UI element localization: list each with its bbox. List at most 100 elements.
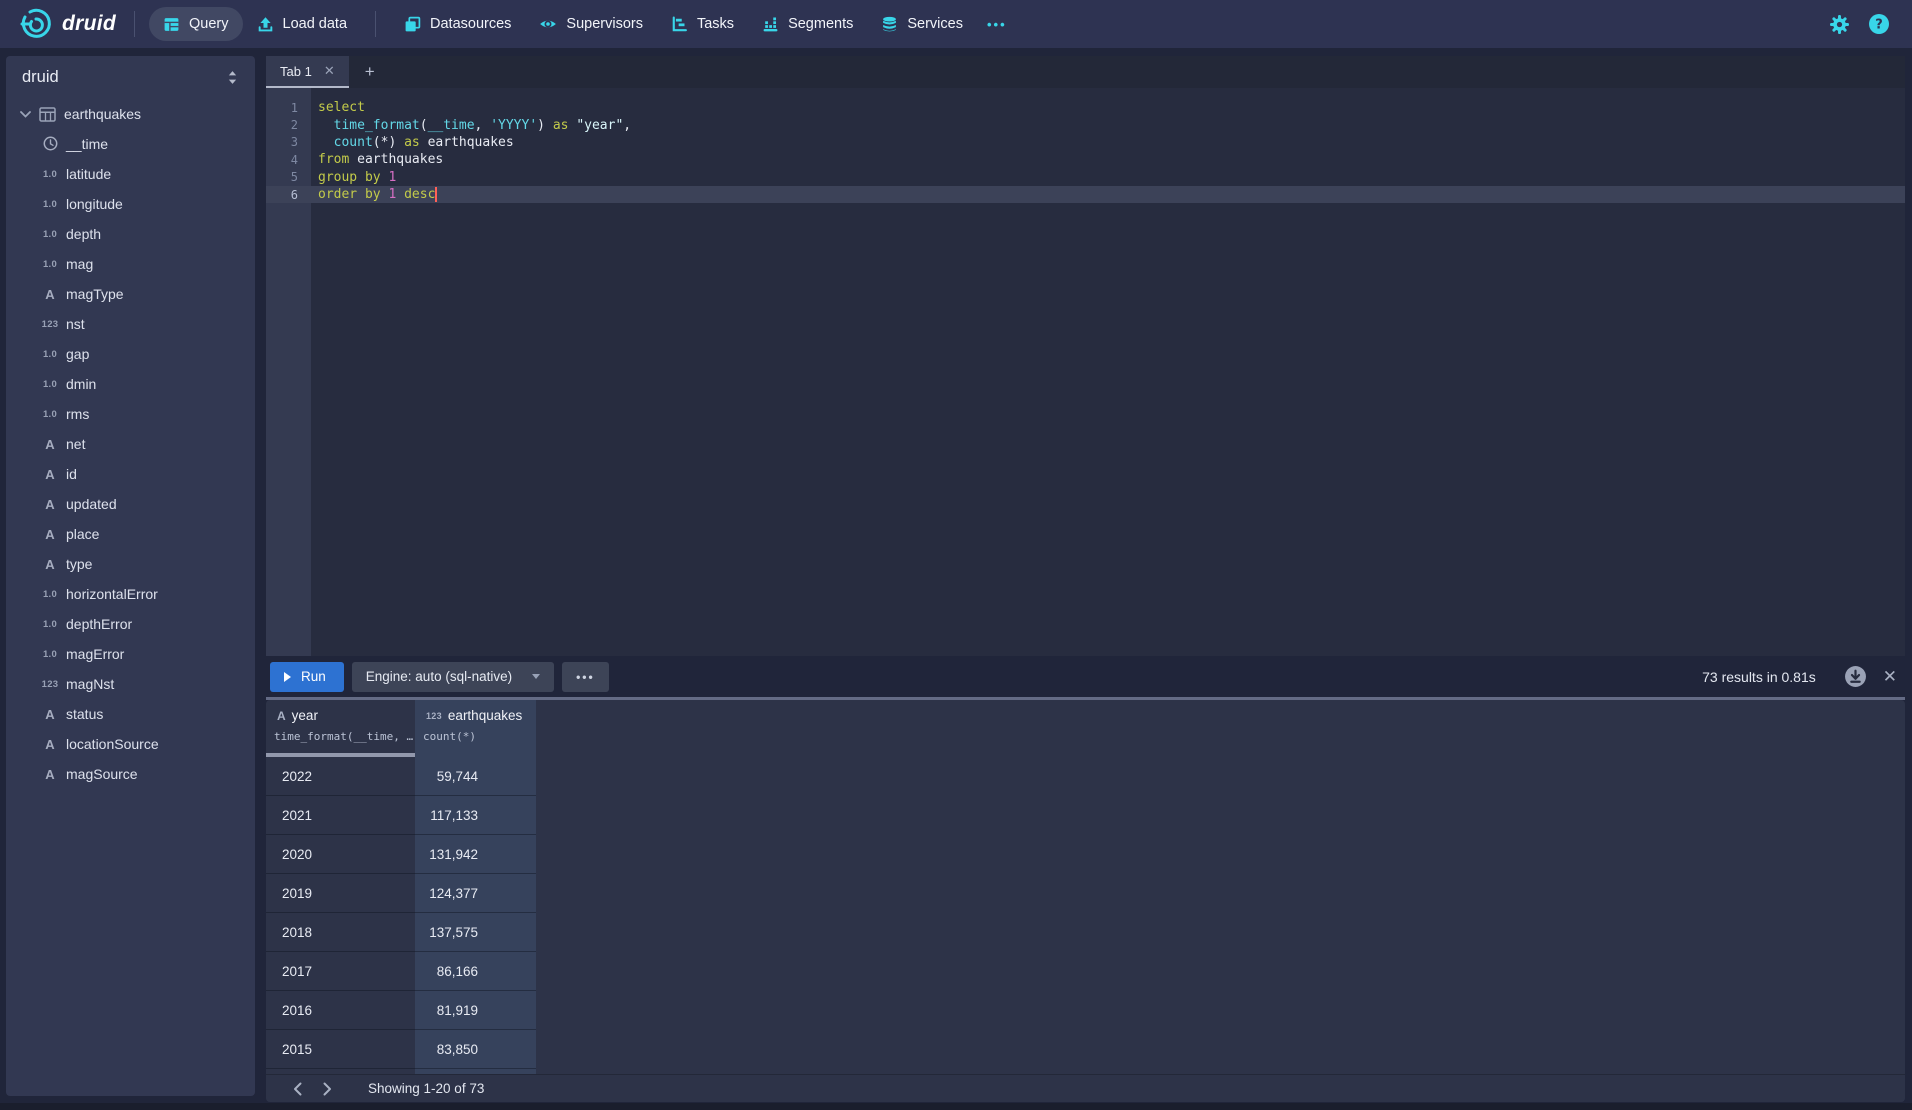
nav-item-services[interactable]: Services xyxy=(867,7,977,41)
column-type-icon: A xyxy=(38,557,62,572)
schema-column[interactable]: 1.0 rms xyxy=(6,399,255,429)
schema-column[interactable]: 1.0 dmin xyxy=(6,369,255,399)
schema-column[interactable]: 123 nst xyxy=(6,309,255,339)
schema-column[interactable]: A id xyxy=(6,459,255,489)
help-icon[interactable]: ? xyxy=(1868,13,1890,35)
tab-1[interactable]: Tab 1 ✕ xyxy=(266,56,349,88)
line-number: 2 xyxy=(266,118,311,132)
druid-logo[interactable]: druid xyxy=(14,7,120,41)
column-name: type xyxy=(66,556,92,572)
cell-earthquakes[interactable]: 137,575 xyxy=(415,913,536,952)
schema-column-list: 1.0 latitude 1.0 longitude 1.0 depth xyxy=(6,159,255,789)
runbar-right: 73 results in 0.81s ✕ xyxy=(1702,665,1905,688)
schema-sidebar: druid earthquakes xyxy=(6,56,255,1096)
editor-line[interactable]: 5 group by 1 xyxy=(266,169,1905,186)
query-more-button[interactable]: ••• xyxy=(562,662,609,692)
column-header-earthquakes[interactable]: 123 earthquakes count(*) xyxy=(415,700,536,757)
schema-column[interactable]: A net xyxy=(6,429,255,459)
cell-year[interactable]: 2019 xyxy=(266,874,415,913)
editor-line[interactable]: 1 select xyxy=(266,99,1905,116)
cell-earthquakes[interactable]: 86,166 xyxy=(415,952,536,991)
schema-column[interactable]: A magSource xyxy=(6,759,255,789)
nav-item-label: Supervisors xyxy=(566,16,643,32)
editor-line[interactable]: 2 time_format(__time, 'YYYY') as "year", xyxy=(266,116,1905,133)
engine-select-button[interactable]: Engine: auto (sql-native) xyxy=(352,662,554,692)
cell-year[interactable]: 2017 xyxy=(266,952,415,991)
schema-column[interactable]: A locationSource xyxy=(6,729,255,759)
schema-column-time[interactable]: __time xyxy=(6,129,255,159)
cell-year[interactable]: 2016 xyxy=(266,991,415,1030)
code-token: , xyxy=(623,118,631,133)
engine-label: Engine: auto (sql-native) xyxy=(366,669,512,684)
line-number: 5 xyxy=(266,170,311,184)
schema-column[interactable]: 1.0 depth xyxy=(6,219,255,249)
schema-column[interactable]: 1.0 longitude xyxy=(6,189,255,219)
editor-line[interactable]: 4 from earthquakes xyxy=(266,151,1905,168)
close-results-icon[interactable]: ✕ xyxy=(1883,667,1897,687)
code-text: order by 1 desc xyxy=(311,187,435,202)
run-button[interactable]: Run xyxy=(270,662,344,692)
table-row: 2016 81,919 xyxy=(266,991,1905,1030)
nav-item-tasks[interactable]: Tasks xyxy=(657,7,748,41)
nav-item-load-data[interactable]: Load data xyxy=(243,7,362,41)
schema-column[interactable]: 1.0 mag xyxy=(6,249,255,279)
results-body: 2022 59,744 2021 117,133 2020 131,942 xyxy=(266,757,1905,1069)
code-token: select xyxy=(318,100,365,115)
schema-column[interactable]: A type xyxy=(6,549,255,579)
column-name: locationSource xyxy=(66,736,159,752)
datasource-row[interactable]: earthquakes xyxy=(6,99,255,129)
nav-item-segments[interactable]: Segments xyxy=(748,7,867,41)
code-token xyxy=(318,118,334,133)
editor-line-active[interactable]: 6 order by 1 desc xyxy=(266,186,1905,203)
schema-column[interactable]: A status xyxy=(6,699,255,729)
cell-year[interactable]: 2022 xyxy=(266,757,415,796)
schema-column[interactable]: A updated xyxy=(6,489,255,519)
nav-more-button[interactable]: ••• xyxy=(977,17,1017,32)
column-type-icon: A xyxy=(38,467,62,482)
cell-year[interactable]: 2018 xyxy=(266,913,415,952)
settings-gear-icon[interactable] xyxy=(1829,14,1850,35)
add-tab-button[interactable]: + xyxy=(349,56,391,88)
schema-column[interactable]: 1.0 latitude xyxy=(6,159,255,189)
tasks-icon xyxy=(671,16,688,33)
nav-item-query[interactable]: Query xyxy=(149,7,243,41)
cell-earthquakes[interactable]: 131,942 xyxy=(415,835,536,874)
download-icon[interactable] xyxy=(1844,665,1867,688)
nav-item-datasources[interactable]: Datasources xyxy=(390,7,525,41)
schema-column[interactable]: 1.0 horizontalError xyxy=(6,579,255,609)
sql-editor[interactable]: 1 select 2 time_format(__time, 'YYYY') a… xyxy=(266,88,1905,656)
cell-year[interactable]: 2015 xyxy=(266,1030,415,1069)
schema-column[interactable]: A magType xyxy=(6,279,255,309)
schema-column[interactable]: A place xyxy=(6,519,255,549)
schema-column[interactable]: 1.0 magError xyxy=(6,639,255,669)
cell-earthquakes[interactable]: 124,377 xyxy=(415,874,536,913)
cell-earthquakes[interactable]: 117,133 xyxy=(415,796,536,835)
cell-year[interactable]: 2021 xyxy=(266,796,415,835)
prev-page-button[interactable] xyxy=(282,1077,312,1101)
code-token: desc xyxy=(404,187,435,202)
column-type-icon: A xyxy=(38,707,62,722)
editor-line[interactable]: 3 count(*) as earthquakes xyxy=(266,134,1905,151)
tab-close-icon[interactable]: ✕ xyxy=(324,63,335,79)
column-type-icon: 1.0 xyxy=(38,589,62,600)
column-type-icon: 1.0 xyxy=(38,169,62,180)
code-token: as xyxy=(553,118,569,133)
bottom-scrollbar-track[interactable] xyxy=(0,1103,1912,1110)
sidebar-title: druid xyxy=(22,68,59,87)
cell-earthquakes[interactable]: 59,744 xyxy=(415,757,536,796)
chevron-down-icon xyxy=(20,111,31,118)
cell-earthquakes[interactable]: 81,919 xyxy=(415,991,536,1030)
sort-columns-icon[interactable] xyxy=(226,70,239,85)
column-name: gap xyxy=(66,346,89,362)
cell-earthquakes[interactable]: 83,850 xyxy=(415,1030,536,1069)
cell-year[interactable]: 2020 xyxy=(266,835,415,874)
column-type-icon: 1.0 xyxy=(38,379,62,390)
schema-column[interactable]: 1.0 depthError xyxy=(6,609,255,639)
schema-column[interactable]: 123 magNst xyxy=(6,669,255,699)
nav-item-supervisors[interactable]: Supervisors xyxy=(525,7,657,41)
column-header-year[interactable]: A year time_format(__time, … xyxy=(266,700,415,757)
code-token: ( xyxy=(420,118,428,133)
next-page-button[interactable] xyxy=(312,1077,342,1101)
table-row: 2022 59,744 xyxy=(266,757,1905,796)
schema-column[interactable]: 1.0 gap xyxy=(6,339,255,369)
